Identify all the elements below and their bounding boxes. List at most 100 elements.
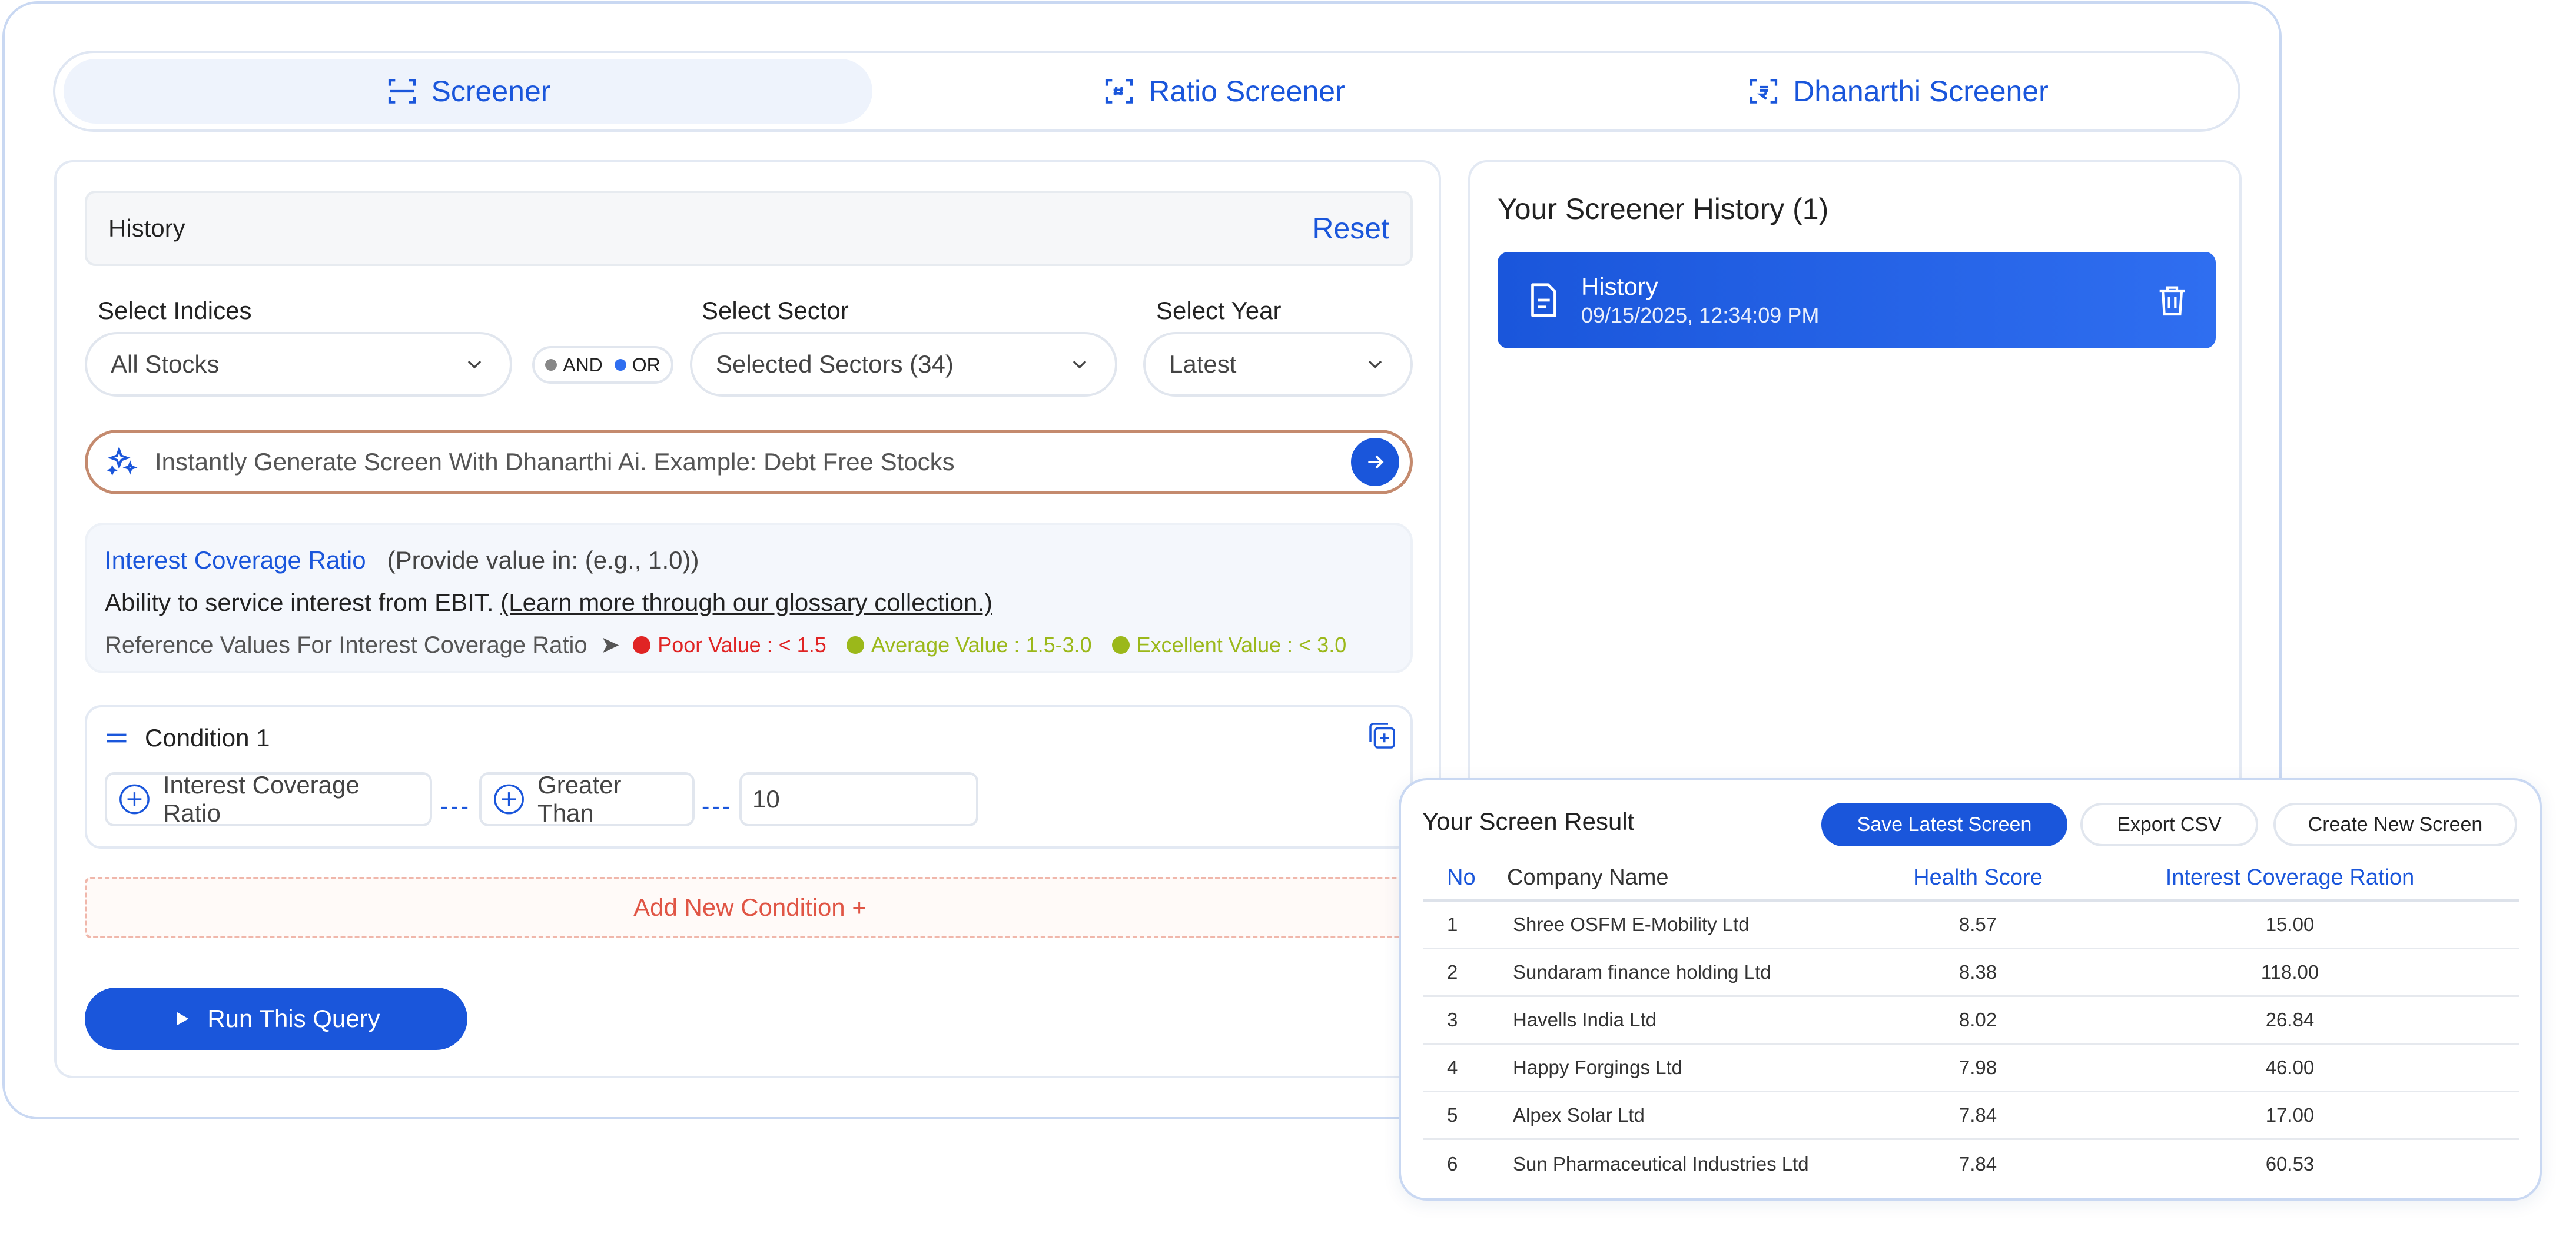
ratio-icon bbox=[1106, 79, 1133, 104]
row-no: 4 bbox=[1447, 1056, 1458, 1078]
table-row[interactable]: 2 Sundaram finance holding Ltd 8.38 118.… bbox=[1423, 949, 2519, 997]
health-score: 7.84 bbox=[1958, 1104, 1997, 1126]
condition-operator-chip[interactable]: Greater Than bbox=[479, 771, 695, 827]
ai-search-bar[interactable]: Instantly Generate Screen With Dhanarthi… bbox=[85, 430, 1413, 494]
company-name: Sun Pharmaceutical Industries Ltd bbox=[1513, 1152, 1809, 1175]
screen-result-card: Your Screen Result Save Latest Screen Ex… bbox=[1399, 778, 2542, 1201]
sector-label: Select Sector bbox=[702, 297, 849, 324]
condition-title: Condition 1 bbox=[145, 724, 270, 752]
tab-dhanarthi-screener[interactable]: Dhanarthi Screener bbox=[1562, 59, 2233, 124]
and-radio-dot bbox=[545, 359, 557, 371]
health-score: 8.38 bbox=[1958, 961, 1997, 983]
or-label: OR bbox=[632, 354, 660, 375]
add-condition-button[interactable]: Add New Condition + bbox=[85, 877, 1415, 938]
value-hint: (Provide value in: (e.g., 1.0)) bbox=[387, 546, 699, 574]
trash-icon[interactable] bbox=[2153, 281, 2191, 319]
chevron-down-icon bbox=[1368, 360, 1382, 369]
column-header[interactable]: Interest Coverage Ration bbox=[2060, 865, 2519, 890]
result-title: Your Screen Result bbox=[1422, 807, 1635, 835]
year-label: Select Year bbox=[1156, 297, 1282, 324]
condition-field: Interest Coverage Ratio bbox=[162, 771, 360, 827]
column-header[interactable]: No bbox=[1423, 865, 1507, 890]
table-row[interactable]: 3 Havells India Ltd 8.02 26.84 bbox=[1423, 997, 2519, 1045]
export-csv-button[interactable]: Export CSV bbox=[2080, 803, 2258, 846]
drag-handle-icon[interactable] bbox=[104, 725, 130, 751]
arrow-right-icon: ➤ bbox=[600, 632, 620, 658]
plus-circle-icon bbox=[494, 784, 524, 815]
tab-ratio-screener[interactable]: Ratio Screener bbox=[897, 59, 1551, 124]
interest-coverage: 15.00 bbox=[2265, 913, 2315, 935]
glossary-link[interactable]: (Learn more through our glossary collect… bbox=[500, 589, 992, 617]
connector-dash: --- bbox=[702, 793, 732, 819]
history-bar: History Reset bbox=[85, 191, 1413, 266]
table-header: No Company Name Health Score Interest Co… bbox=[1423, 856, 2519, 902]
play-icon bbox=[177, 1012, 189, 1026]
result-table: No Company Name Health Score Interest Co… bbox=[1423, 856, 2519, 1188]
tab-screener[interactable]: Screener bbox=[64, 59, 872, 124]
indices-select[interactable]: All Stocks bbox=[85, 332, 512, 397]
run-query-label: Run This Query bbox=[207, 1005, 380, 1032]
condition-field-chip[interactable]: Interest Coverage Ratio bbox=[105, 771, 432, 827]
tab-label: Ratio Screener bbox=[1148, 75, 1345, 108]
history-item-name: History bbox=[1581, 272, 1658, 300]
health-score: 8.57 bbox=[1958, 913, 1997, 935]
excellent-value-text: Excellent Value : < 3.0 bbox=[1136, 633, 1347, 657]
condition-card: Condition 1 Interest Coverage Ratio --- … bbox=[85, 705, 1413, 849]
column-header[interactable]: Company Name bbox=[1507, 865, 1896, 890]
interest-coverage: 26.84 bbox=[2265, 1009, 2315, 1031]
tab-label: Screener bbox=[431, 75, 551, 108]
column-header[interactable]: Health Score bbox=[1896, 865, 2060, 890]
or-option[interactable]: OR bbox=[614, 354, 660, 376]
interest-coverage: 118.00 bbox=[2260, 961, 2319, 983]
duplicate-icon[interactable] bbox=[1365, 718, 1400, 753]
dhanarthi-icon bbox=[1750, 79, 1778, 104]
screener-history-title: Your Screener History (1) bbox=[1498, 192, 1829, 225]
average-value-badge: Average Value : 1.5-3.0 bbox=[846, 633, 1092, 657]
sector-value: Selected Sectors (34) bbox=[716, 350, 954, 378]
ai-submit-button[interactable] bbox=[1351, 438, 1399, 486]
row-no: 5 bbox=[1447, 1104, 1458, 1126]
add-condition-label: Add New Condition + bbox=[633, 893, 867, 921]
history-title: History bbox=[108, 214, 185, 242]
sparkle-icon bbox=[107, 446, 138, 476]
ratio-description: Ability to service interest from EBIT. bbox=[105, 589, 494, 616]
company-name: Happy Forgings Ltd bbox=[1513, 1056, 1682, 1078]
condition-value: 10 bbox=[752, 785, 780, 813]
row-no: 2 bbox=[1447, 961, 1458, 983]
ratio-name: Interest Coverage Ratio bbox=[105, 546, 366, 574]
reset-button[interactable]: Reset bbox=[1312, 211, 1389, 245]
create-new-screen-button[interactable]: Create New Screen bbox=[2273, 803, 2517, 846]
row-no: 3 bbox=[1447, 1009, 1458, 1031]
poor-value-badge: Poor Value : < 1.5 bbox=[633, 633, 826, 657]
condition-operator: Greater Than bbox=[537, 771, 622, 827]
and-or-toggle[interactable]: AND OR bbox=[532, 346, 673, 384]
health-score: 7.84 bbox=[1958, 1152, 1997, 1175]
table-row[interactable]: 6 Sun Pharmaceutical Industries Ltd 7.84… bbox=[1423, 1140, 2519, 1188]
year-select[interactable]: Latest bbox=[1143, 332, 1413, 397]
document-icon bbox=[1531, 283, 1556, 317]
ratio-info-box: Interest Coverage Ratio (Provide value i… bbox=[85, 523, 1413, 673]
indices-label: Select Indices bbox=[98, 297, 252, 324]
run-query-button[interactable]: Run This Query bbox=[85, 988, 467, 1050]
row-no: 6 bbox=[1447, 1152, 1458, 1175]
history-item[interactable]: History 09/15/2025, 12:34:09 PM bbox=[1498, 252, 2216, 348]
chevron-down-icon bbox=[1073, 360, 1087, 369]
and-option[interactable]: AND bbox=[545, 354, 603, 376]
excellent-value-badge: Excellent Value : < 3.0 bbox=[1111, 633, 1347, 657]
save-latest-screen-button[interactable]: Save Latest Screen bbox=[1821, 803, 2067, 846]
table-row[interactable]: 4 Happy Forgings Ltd 7.98 46.00 bbox=[1423, 1045, 2519, 1092]
company-name: Shree OSFM E-Mobility Ltd bbox=[1513, 913, 1750, 935]
red-dot-icon bbox=[633, 636, 651, 654]
interest-coverage: 17.00 bbox=[2265, 1104, 2315, 1126]
company-name: Sundaram finance holding Ltd bbox=[1513, 961, 1771, 983]
table-row[interactable]: 1 Shree OSFM E-Mobility Ltd 8.57 15.00 bbox=[1423, 902, 2519, 949]
interest-coverage: 46.00 bbox=[2265, 1056, 2315, 1078]
table-row[interactable]: 5 Alpex Solar Ltd 7.84 17.00 bbox=[1423, 1092, 2519, 1140]
and-label: AND bbox=[563, 354, 603, 375]
average-value-text: Average Value : 1.5-3.0 bbox=[871, 633, 1092, 657]
screener-tabs: Screener Ratio Screener Dhanarthi Screen… bbox=[53, 51, 2240, 132]
condition-value-input[interactable]: 10 bbox=[739, 772, 978, 826]
sector-select[interactable]: Selected Sectors (34) bbox=[690, 332, 1117, 397]
ai-search-input[interactable]: Instantly Generate Screen With Dhanarthi… bbox=[155, 448, 1335, 476]
tab-label: Dhanarthi Screener bbox=[1793, 75, 2049, 108]
